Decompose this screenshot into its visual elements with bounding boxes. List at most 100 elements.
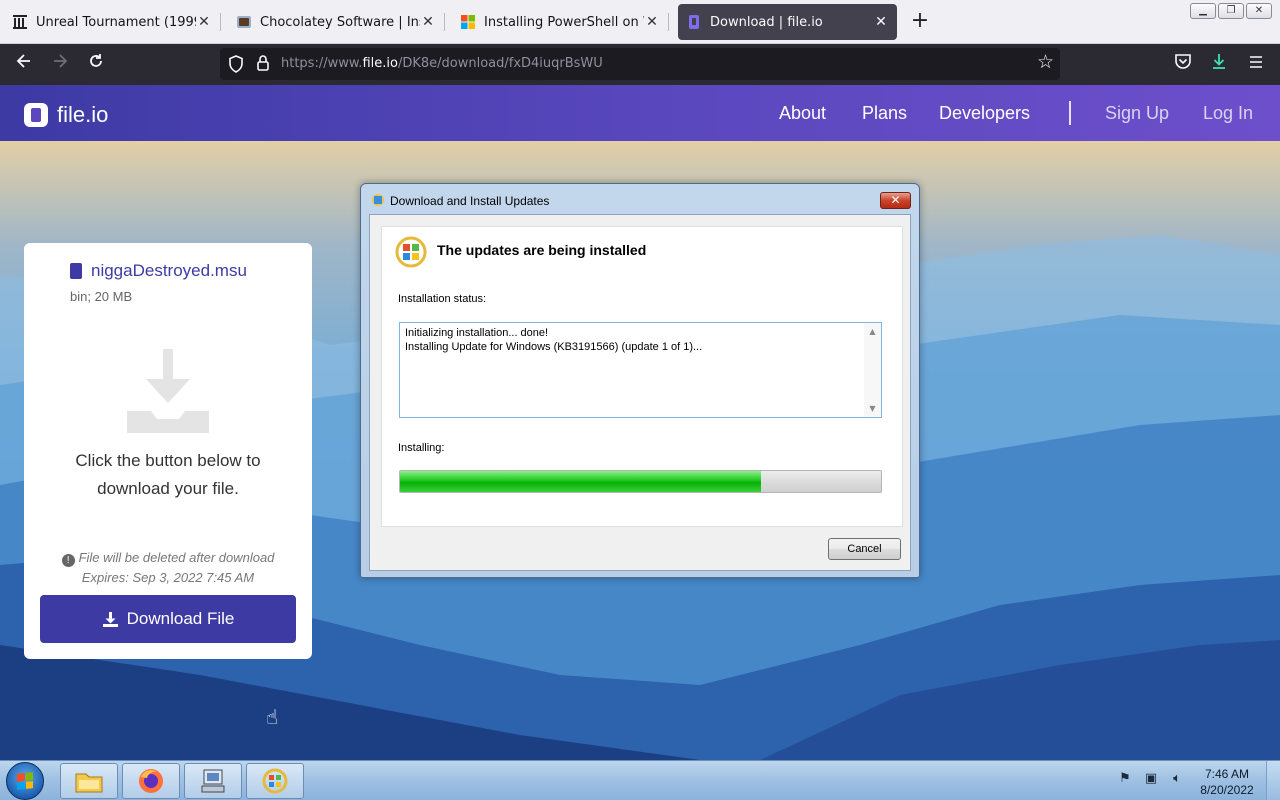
instruction-line-2: download your file. <box>97 479 239 498</box>
pocket-icon <box>1175 54 1191 69</box>
status-log-text: Initializing installation... done! Insta… <box>405 327 703 353</box>
tab-chocolatey[interactable]: Chocolatey Software | Installing Chocola… <box>228 4 445 40</box>
action-center-flag-icon[interactable]: ⚑ <box>1118 771 1132 787</box>
hand-cursor-icon: ☝ <box>266 705 279 729</box>
new-tab-button[interactable]: + <box>906 8 934 36</box>
dialog-close-button[interactable]: ✕ <box>880 192 911 209</box>
cancel-button[interactable]: Cancel <box>828 538 901 560</box>
address-bar[interactable]: https://www.file.io/DK8e/download/fxD4iu… <box>220 48 1060 80</box>
installing-label: Installing: <box>398 442 445 454</box>
minimize-button[interactable]: ▁ <box>1190 3 1216 19</box>
archive-org-icon <box>12 14 28 30</box>
install-updates-dialog: Download and Install Updates ✕ The updat… <box>360 183 920 578</box>
nav-sign-up[interactable]: Sign Up <box>1105 103 1169 124</box>
tab-strip: Unreal Tournament (1999) : Epic ✕ Chocol… <box>0 0 1280 44</box>
lock-icon[interactable] <box>256 54 270 72</box>
close-tab-icon[interactable]: ✕ <box>420 14 436 30</box>
windows-logo-icon <box>17 772 33 790</box>
progress-fill <box>400 471 761 492</box>
tab-file-io[interactable]: Download | file.io ✕ <box>678 4 897 40</box>
file-io-logo-icon <box>24 103 48 127</box>
windows-taskbar: ⚑ ▣ 🔈︎ 7:46 AM 8/20/2022 <box>0 760 1280 800</box>
nav-plans[interactable]: Plans <box>862 103 907 124</box>
taskbar-windows-update[interactable] <box>246 763 304 799</box>
taskbar-explorer[interactable] <box>60 763 118 799</box>
tab-title: Chocolatey Software | Installing Chocola… <box>260 14 420 30</box>
nav-about[interactable]: About <box>779 103 826 124</box>
pocket-button[interactable] <box>1168 50 1198 80</box>
download-file-button[interactable]: Download File <box>40 595 296 643</box>
downloads-button[interactable] <box>1204 50 1234 80</box>
forward-button[interactable] <box>45 50 75 80</box>
clock-date: 8/20/2022 <box>1200 783 1254 797</box>
arrow-left-icon <box>16 54 30 68</box>
scroll-down-arrow-icon[interactable]: ▼ <box>864 400 881 417</box>
installation-status-label: Installation status: <box>398 293 487 305</box>
system-clock[interactable]: 7:46 AM 8/20/2022 <box>1196 766 1258 798</box>
close-tab-icon[interactable]: ✕ <box>196 14 212 30</box>
tab-powershell[interactable]: Installing PowerShell on Windows ✕ <box>452 4 669 40</box>
installer-computer-icon <box>201 769 225 793</box>
url-path: /DK8e/download/fxD4iuqrBsWU <box>397 56 603 71</box>
install-progress-bar <box>399 470 882 493</box>
window-controls: ▁ ❐ ✕ <box>1190 3 1272 19</box>
microsoft-icon <box>460 14 476 30</box>
dialog-body: The updates are being installed Installa… <box>369 214 911 571</box>
logo-text: file.io <box>57 102 109 127</box>
installation-status-log[interactable]: Initializing installation... done! Insta… <box>399 322 882 418</box>
tab-title: Download | file.io <box>710 14 823 30</box>
nav-divider <box>1069 101 1071 125</box>
chocolatey-icon <box>236 14 252 30</box>
nav-developers[interactable]: Developers <box>939 103 1030 124</box>
reload-icon <box>90 54 102 67</box>
close-tab-icon[interactable]: ✕ <box>873 14 889 30</box>
scroll-up-arrow-icon[interactable]: ▲ <box>864 323 881 340</box>
large-download-icon <box>127 349 209 433</box>
info-icon: ! <box>61 554 75 567</box>
download-button-label: Download File <box>126 609 235 628</box>
taskbar-installer[interactable] <box>184 763 242 799</box>
network-icon[interactable]: ▣ <box>1144 771 1158 787</box>
windows-update-large-icon <box>395 236 427 268</box>
download-card: niggaDestroyed.msu bin; 20 MB Click the … <box>24 243 312 659</box>
folder-icon <box>75 773 103 793</box>
expiry-notice: ! File will be deleted after download Exp… <box>24 548 312 588</box>
url-host: file.io <box>362 56 398 71</box>
file-name-text: niggaDestroyed.msu <box>91 261 247 280</box>
expires-text: Expires: Sep 3, 2022 7:45 AM <box>81 570 255 585</box>
start-button[interactable] <box>6 762 44 800</box>
show-desktop-button[interactable] <box>1266 761 1280 800</box>
menu-button[interactable] <box>1241 50 1271 80</box>
url-prefix: https://www. <box>281 56 363 71</box>
download-icon <box>1213 54 1225 69</box>
log-scrollbar[interactable]: ▲ ▼ <box>864 323 881 417</box>
file-meta: bin; 20 MB <box>70 289 133 304</box>
bookmark-star-icon[interactable]: ☆ <box>1037 51 1054 73</box>
close-window-button[interactable]: ✕ <box>1246 3 1272 19</box>
arrow-right-icon <box>54 54 68 68</box>
tab-title: Unreal Tournament (1999) : Epic <box>36 14 196 30</box>
system-tray: ⚑ ▣ 🔈︎ <box>1118 771 1184 787</box>
volume-icon[interactable]: 🔈︎ <box>1170 771 1184 787</box>
site-header: file.io About Plans Developers Sign Up L… <box>0 85 1280 141</box>
hamburger-menu-icon <box>1250 56 1262 68</box>
nav-log-in[interactable]: Log In <box>1203 103 1253 124</box>
windows-update-icon <box>372 194 384 206</box>
dialog-heading: The updates are being installed <box>437 242 647 258</box>
file-io-icon <box>686 14 702 30</box>
clock-time: 7:46 AM <box>1204 767 1250 781</box>
url-text[interactable]: https://www.file.io/DK8e/download/fxD4iu… <box>281 56 603 71</box>
shield-icon[interactable] <box>228 55 244 73</box>
taskbar-firefox[interactable] <box>122 763 180 799</box>
tab-unreal-tournament[interactable]: Unreal Tournament (1999) : Epic ✕ <box>4 4 221 40</box>
dialog-title: Download and Install Updates <box>390 194 550 208</box>
download-arrow-icon <box>102 611 118 627</box>
maximize-button[interactable]: ❐ <box>1218 3 1244 19</box>
file-io-logo[interactable]: file.io <box>24 102 108 128</box>
tab-title: Installing PowerShell on Windows <box>484 14 644 30</box>
instruction-line-1: Click the button below to <box>75 451 261 470</box>
close-tab-icon[interactable]: ✕ <box>644 14 660 30</box>
reload-button[interactable] <box>81 50 111 80</box>
delete-warning: File will be deleted after download <box>78 550 275 565</box>
back-button[interactable] <box>9 50 39 80</box>
